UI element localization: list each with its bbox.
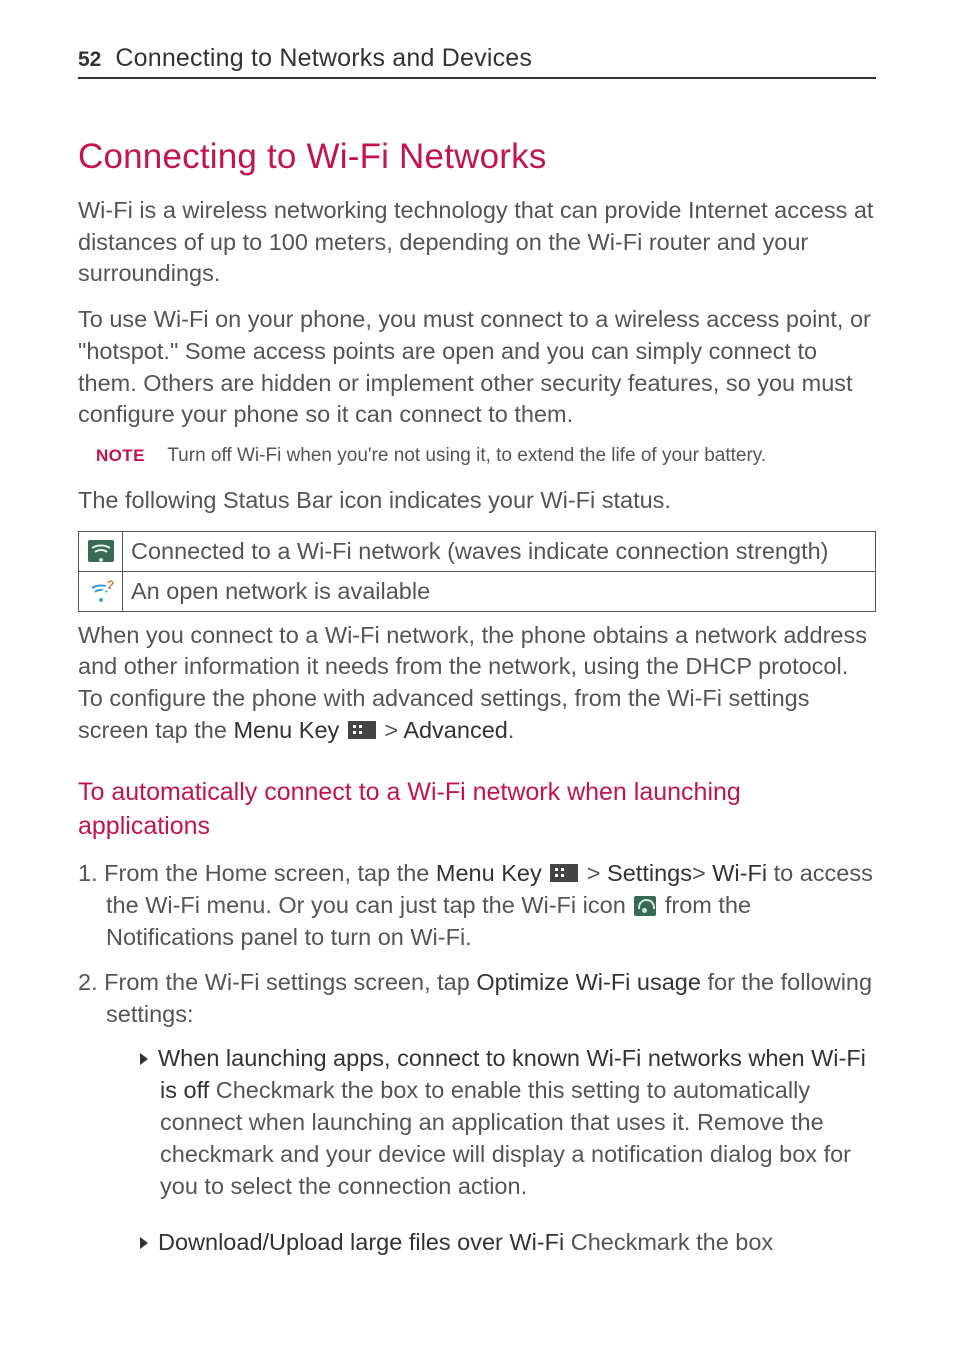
- chevron-right-icon: [140, 1053, 148, 1065]
- table-cell-text: An open network is available: [123, 571, 876, 611]
- section-heading: To automatically connect to a Wi-Fi netw…: [78, 775, 876, 844]
- page-number: 52: [78, 48, 101, 72]
- section-title: Connecting to Networks and Devices: [115, 44, 532, 73]
- text: Checkmark the box to enable this setting…: [160, 1077, 851, 1199]
- advanced-label: Advanced: [403, 717, 508, 743]
- table-row: Connected to a Wi-Fi network (waves indi…: [79, 531, 876, 571]
- bullet-bold: Download/Upload large files over Wi-Fi: [158, 1229, 564, 1255]
- steps-list: 1. From the Home screen, tap the Menu Ke…: [78, 858, 876, 1259]
- wifi-connected-icon: [79, 531, 123, 571]
- optimize-label: Optimize Wi-Fi usage: [476, 969, 701, 995]
- step-number: 2.: [78, 969, 104, 995]
- separator: >: [378, 717, 404, 743]
- table-row: ? An open network is available: [79, 571, 876, 611]
- status-bar-intro: The following Status Bar icon indicates …: [78, 485, 876, 517]
- list-item: Download/Upload large files over Wi-Fi C…: [106, 1227, 876, 1259]
- chevron-right-icon: [140, 1237, 148, 1249]
- intro-paragraph-2: To use Wi-Fi on your phone, you must con…: [78, 304, 876, 431]
- menu-key-icon: [348, 721, 376, 739]
- text: From the Wi-Fi settings screen, tap: [104, 969, 476, 995]
- list-item: When launching apps, connect to known Wi…: [106, 1043, 876, 1203]
- status-icon-table: Connected to a Wi-Fi network (waves indi…: [78, 531, 876, 612]
- note-label: NOTE: [96, 446, 145, 465]
- table-cell-text: Connected to a Wi-Fi network (waves indi…: [123, 531, 876, 571]
- settings-label: Settings: [607, 860, 692, 886]
- list-item: 2. From the Wi-Fi settings screen, tap O…: [78, 967, 876, 1259]
- svg-text:?: ?: [107, 580, 114, 592]
- note-block: NOTE Turn off Wi-Fi when you're not usin…: [96, 445, 876, 467]
- text: .: [508, 717, 515, 743]
- separator: >: [580, 860, 607, 886]
- wifi-label: Wi-Fi: [712, 860, 767, 886]
- dhcp-paragraph: When you connect to a Wi-Fi network, the…: [78, 620, 876, 747]
- text: Checkmark the box: [564, 1229, 773, 1255]
- text: From the Home screen, tap the: [104, 860, 436, 886]
- wifi-open-icon: ?: [79, 571, 123, 611]
- menu-key-label: Menu Key: [436, 860, 542, 886]
- sub-list: When launching apps, connect to known Wi…: [106, 1043, 876, 1259]
- page-title: Connecting to Wi-Fi Networks: [78, 137, 876, 177]
- page-header: 52 Connecting to Networks and Devices: [78, 44, 876, 79]
- note-text: Turn off Wi-Fi when you're not using it,…: [167, 445, 766, 466]
- intro-paragraph-1: Wi-Fi is a wireless networking technolog…: [78, 195, 876, 290]
- wifi-icon: [634, 896, 656, 916]
- menu-key-label: Menu Key: [233, 717, 339, 743]
- separator: >: [692, 860, 712, 886]
- menu-key-icon: [550, 864, 578, 882]
- step-number: 1.: [78, 860, 104, 886]
- list-item: 1. From the Home screen, tap the Menu Ke…: [78, 858, 876, 954]
